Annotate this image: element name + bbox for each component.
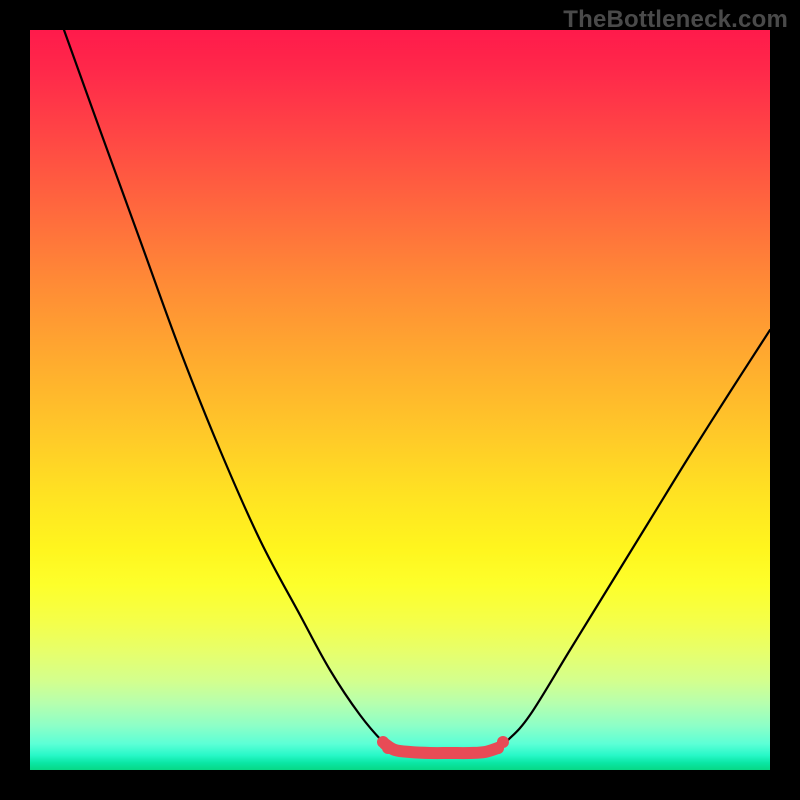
curve-layer	[30, 30, 770, 770]
series-main-curve	[64, 30, 770, 753]
chart-frame: TheBottleneck.com	[0, 0, 800, 800]
series-highlight-segment	[385, 744, 498, 753]
highlight-dot	[382, 742, 394, 754]
plot-area	[30, 30, 770, 770]
highlight-dot	[497, 736, 509, 748]
series-container	[64, 30, 770, 754]
watermark-text: TheBottleneck.com	[563, 6, 788, 34]
